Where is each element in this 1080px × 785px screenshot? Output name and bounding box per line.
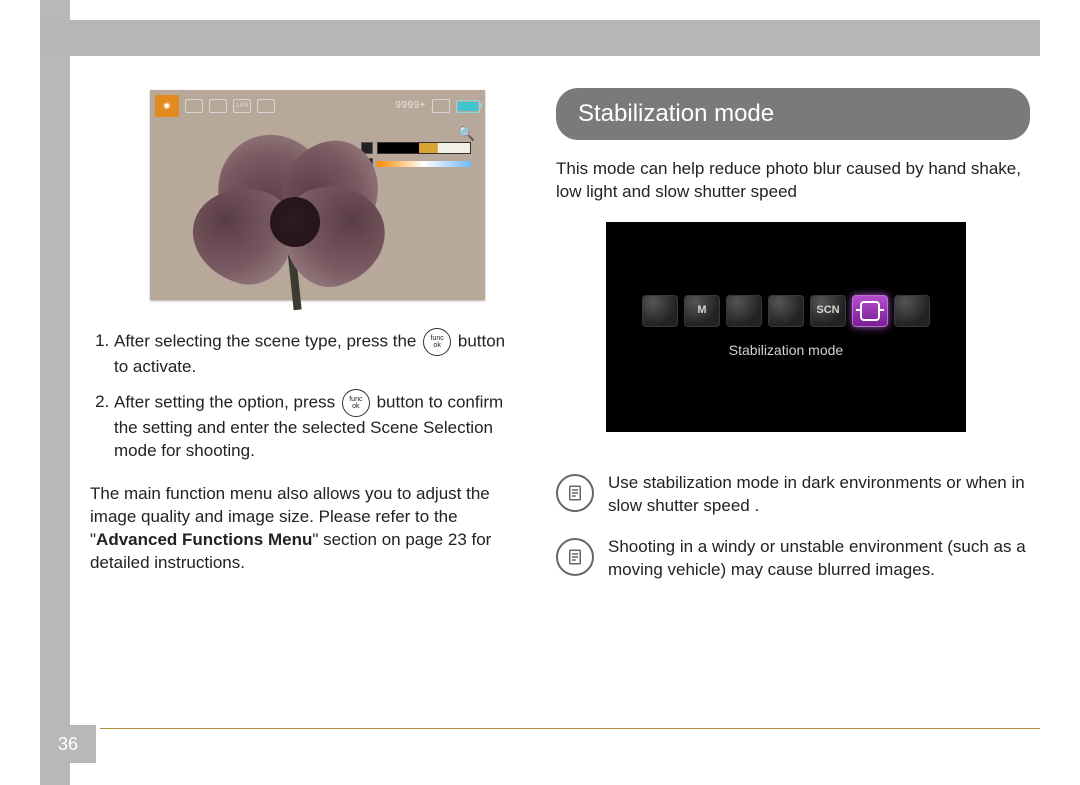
- step-1-text-pre: After selecting the scene type, press th…: [114, 331, 421, 350]
- camera-lcd-preview: ✺ 14M 9999+ 🔍: [150, 90, 485, 300]
- section-title-pill: Stabilization mode: [556, 88, 1030, 140]
- metering-icon: [209, 99, 227, 113]
- main-function-paragraph: The main function menu also allows you t…: [90, 483, 516, 575]
- note-1-text: Use stabilization mode in dark environme…: [608, 472, 1026, 518]
- stabilization-intro: This mode can help reduce photo blur cau…: [556, 158, 1030, 204]
- mode-icon: M: [684, 295, 720, 327]
- magnify-icon: 🔍: [458, 124, 475, 143]
- mode-icon: SCN: [810, 295, 846, 327]
- instruction-steps: After selecting the scene type, press th…: [90, 328, 516, 463]
- battery-icon: [456, 100, 480, 113]
- left-column: ✺ 14M 9999+ 🔍: [90, 78, 516, 725]
- image-size-icon: 14M: [233, 99, 251, 113]
- lcd-status-bar: ✺ 14M 9999+: [155, 95, 480, 117]
- step-1: After selecting the scene type, press th…: [114, 328, 516, 379]
- note-2-text: Shooting in a windy or unstable environm…: [608, 536, 1026, 582]
- mode-icon-row: M SCN: [642, 295, 930, 327]
- storage-icon: [432, 99, 450, 113]
- selected-mode-label: Stabilization mode: [729, 341, 843, 360]
- step-2-text-pre: After setting the option, press: [114, 392, 340, 411]
- focus-icon: [185, 99, 203, 113]
- card-icon: [257, 99, 275, 113]
- note-1: Use stabilization mode in dark environme…: [556, 472, 1026, 518]
- mode-icon: [768, 295, 804, 327]
- scene-mode-chip-icon: ✺: [155, 95, 179, 117]
- mode-icon: [894, 295, 930, 327]
- left-margin-bar: [40, 0, 70, 785]
- advanced-functions-menu-ref: Advanced Functions Menu: [96, 530, 312, 549]
- page-number: 36: [40, 725, 96, 763]
- mode-icon: [726, 295, 762, 327]
- mode-icon: [642, 295, 678, 327]
- page-columns: ✺ 14M 9999+ 🔍: [70, 70, 1040, 725]
- note-2: Shooting in a windy or unstable environm…: [556, 536, 1026, 582]
- sample-photo-flower: [170, 125, 400, 300]
- manual-page: ✺ 14M 9999+ 🔍: [0, 0, 1080, 785]
- mode-stabilization-icon: [852, 295, 888, 327]
- note-icon: [556, 538, 594, 576]
- footer-rule: [100, 728, 1040, 729]
- camera-mode-menu: M SCN Stabilization mode: [606, 222, 966, 432]
- func-ok-button-icon: funcok: [423, 328, 451, 356]
- right-column: Stabilization mode This mode can help re…: [556, 78, 1030, 725]
- note-icon: [556, 474, 594, 512]
- header-bar: [40, 20, 1040, 56]
- step-2: After setting the option, press funcok b…: [114, 389, 516, 463]
- func-ok-button-icon: funcok: [342, 389, 370, 417]
- shots-remaining: 9999+: [395, 99, 426, 113]
